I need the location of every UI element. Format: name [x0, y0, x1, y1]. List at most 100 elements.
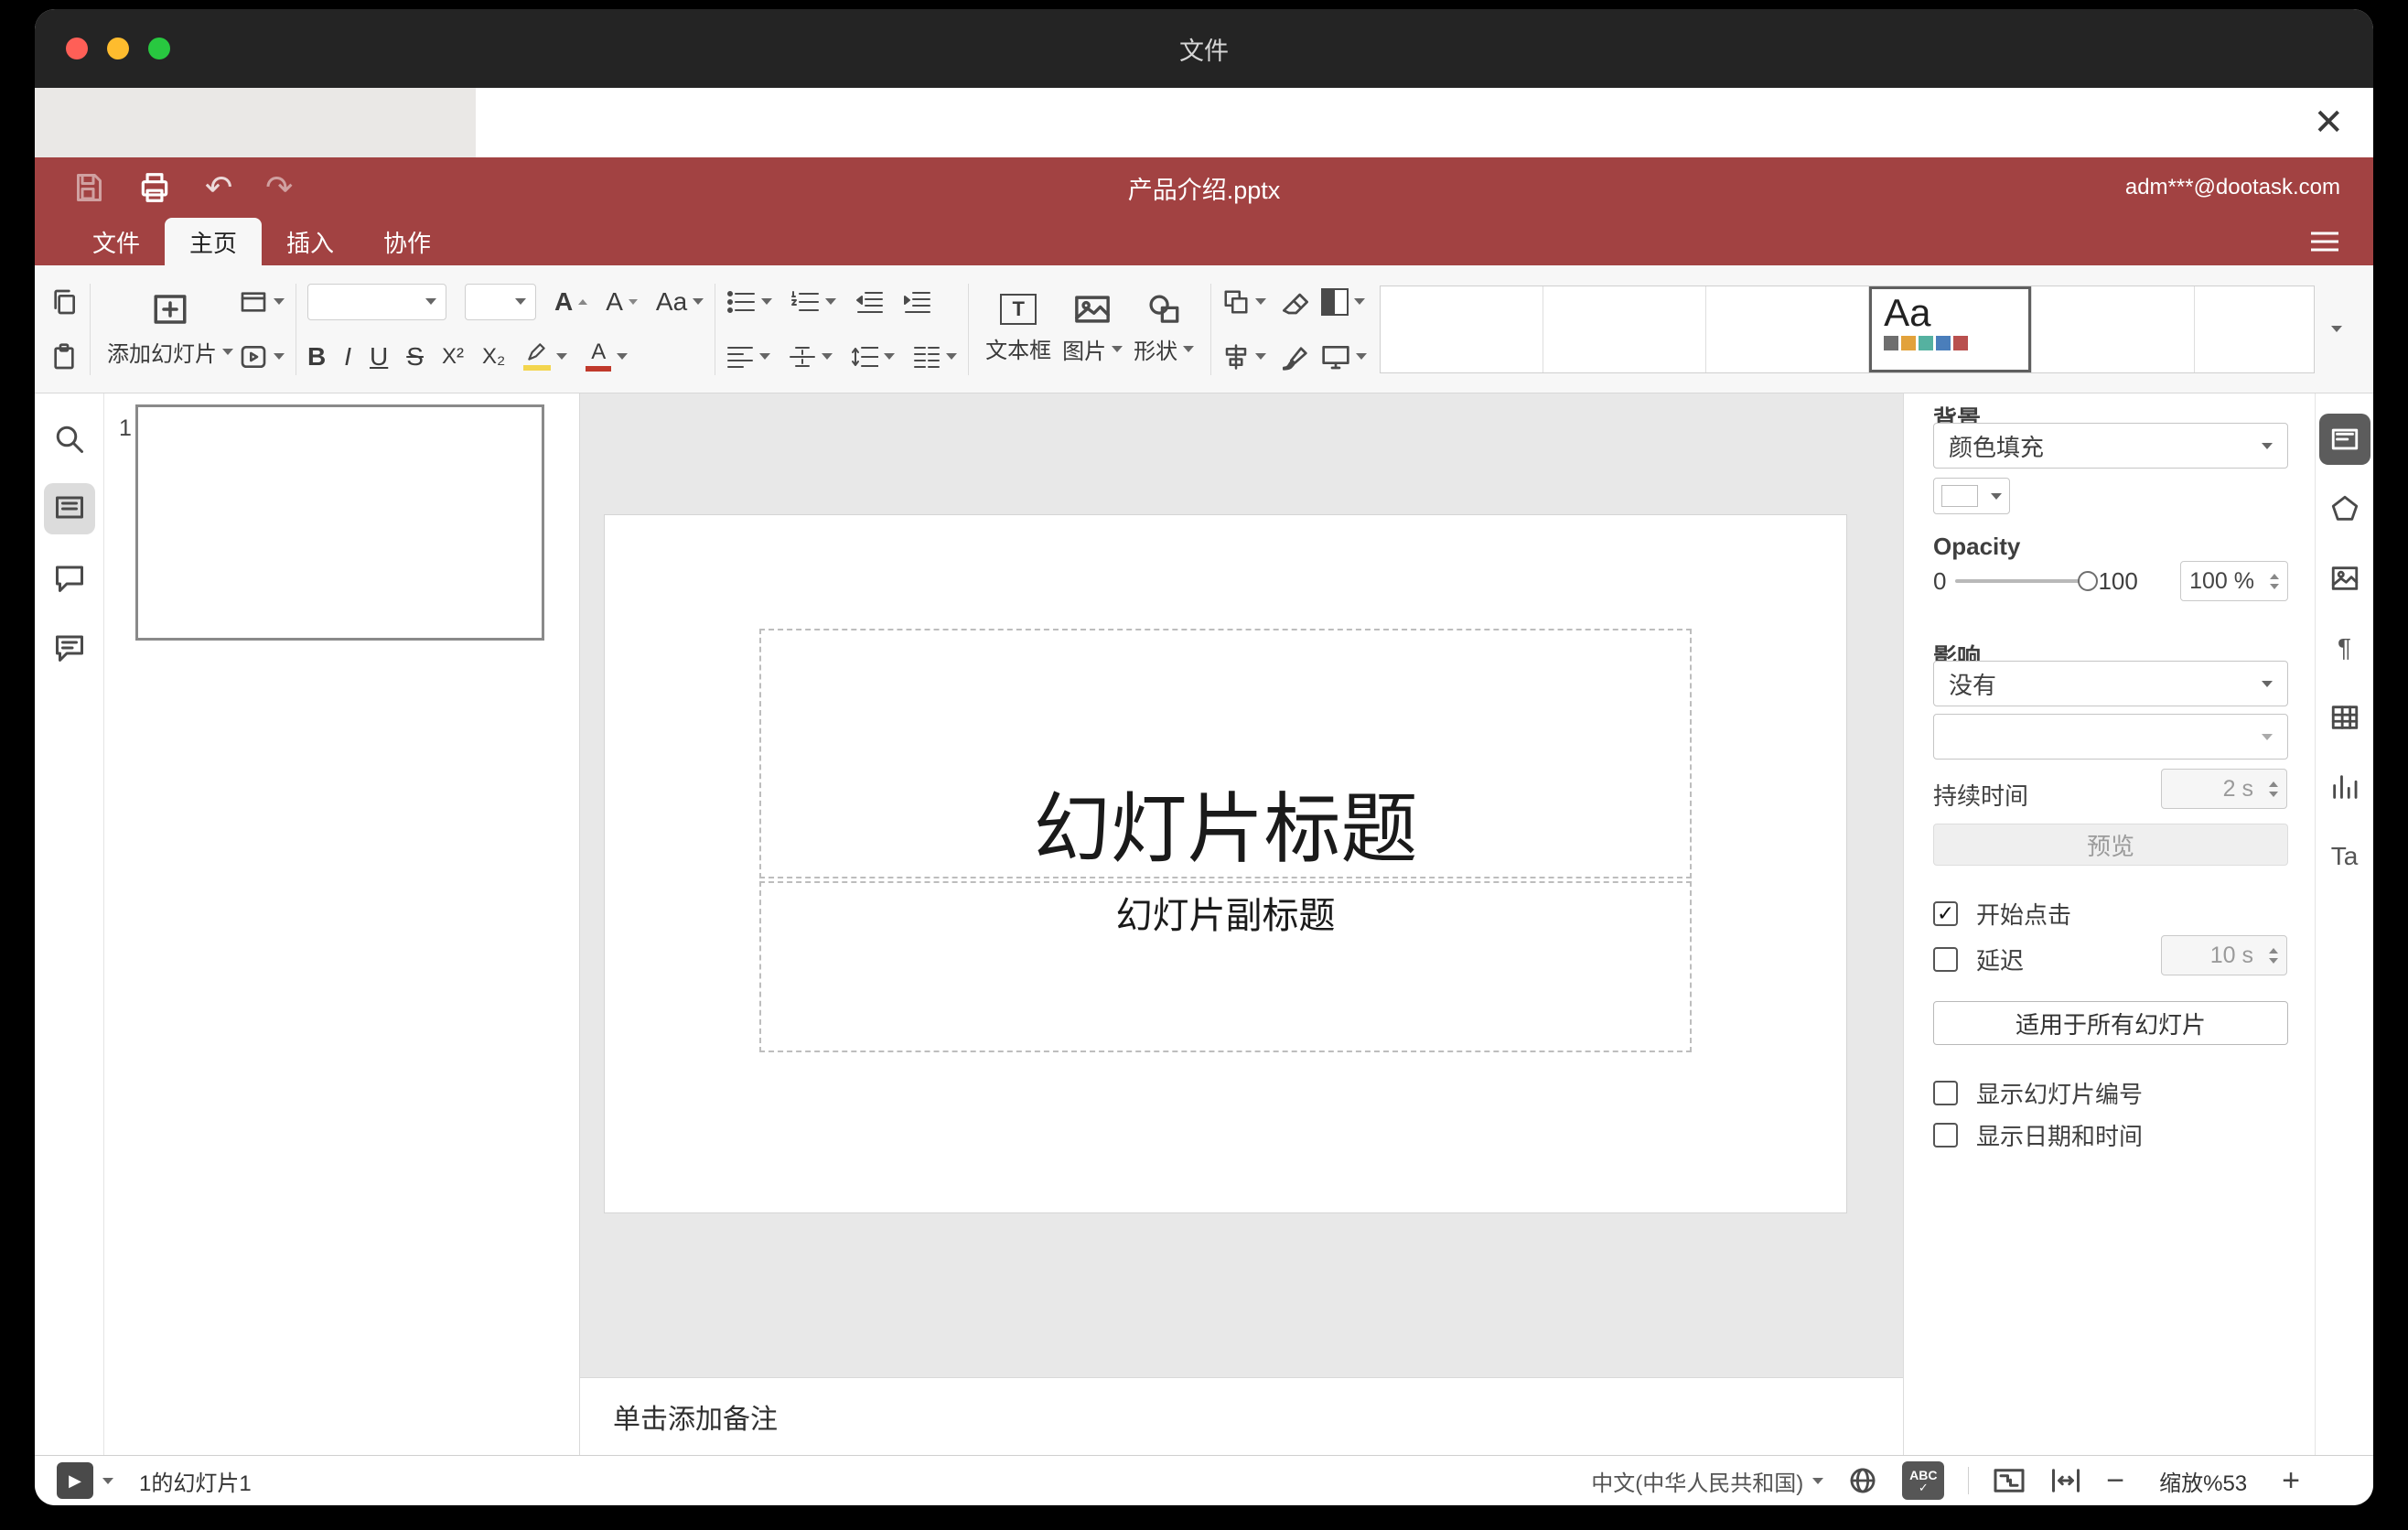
font-name-combo[interactable] [307, 283, 446, 320]
line-spacing-button[interactable] [851, 345, 896, 369]
subscript-button[interactable]: X₂ [482, 345, 505, 368]
delay-checkbox[interactable] [1933, 947, 1958, 972]
show-datetime-checkbox[interactable] [1933, 1123, 1958, 1148]
image-settings-button[interactable] [2319, 553, 2370, 604]
insert-textbox-button[interactable]: T 文本框 [980, 294, 1057, 364]
paste-icon[interactable] [49, 342, 79, 372]
search-button[interactable] [44, 414, 95, 465]
superscript-button[interactable]: X² [442, 345, 464, 368]
globe-icon[interactable] [1847, 1465, 1878, 1496]
add-slide-button[interactable]: 添加幻灯片 [102, 290, 239, 368]
close-window-button[interactable] [66, 38, 88, 59]
slide-thumbnail[interactable] [135, 404, 544, 641]
increase-font-button[interactable]: A [554, 288, 588, 315]
bullet-list-button[interactable] [726, 289, 773, 315]
tab-collaboration[interactable]: 协作 [359, 218, 456, 265]
statusbar-slideshow-button[interactable]: ▶ [57, 1462, 93, 1499]
start-slideshow-button[interactable] [239, 342, 285, 372]
increase-indent-icon[interactable] [902, 289, 931, 315]
chart-settings-button[interactable] [2319, 761, 2370, 813]
bold-button[interactable]: B [307, 343, 326, 370]
tab-file[interactable]: 文件 [68, 218, 165, 265]
clear-style-icon[interactable] [1279, 288, 1309, 316]
fit-width-icon[interactable] [2049, 1466, 2082, 1495]
start-click-checkbox[interactable] [1933, 901, 1958, 926]
copy-style-icon[interactable] [1279, 343, 1308, 371]
insert-shape-button[interactable]: 形状 [1128, 293, 1199, 365]
highlight-color-button[interactable] [523, 342, 568, 371]
arrange-shapes-button[interactable] [1222, 288, 1267, 316]
table-settings-button[interactable] [2319, 692, 2370, 743]
textart-settings-button[interactable]: Ta [2319, 831, 2370, 882]
underline-button[interactable]: U [370, 343, 388, 370]
notes-area[interactable]: 单击添加备注 [580, 1377, 1903, 1455]
play-icon [241, 345, 266, 368]
menu-icon[interactable] [2311, 232, 2338, 252]
slide-size-button[interactable] [1321, 343, 1368, 371]
effect-select[interactable]: 没有 [1933, 661, 2288, 706]
document-title: 产品介绍.pptx [1127, 176, 1281, 204]
font-size-combo[interactable] [465, 283, 536, 320]
fill-type-select[interactable]: 颜色填充 [1933, 423, 2288, 469]
statusbar: ▶ 1的幻灯片1 中文(中华人民共和国) ABC ✓ − 缩放%53 + [35, 1455, 2373, 1505]
zoom-out-button[interactable]: − [2106, 1465, 2124, 1496]
color-scheme-button[interactable] [1321, 287, 1366, 316]
comments-button[interactable] [44, 553, 95, 604]
slides-panel-button[interactable] [43, 483, 95, 534]
slideshow-options-caret[interactable] [102, 1477, 113, 1484]
fit-slide-icon[interactable] [1993, 1466, 2026, 1495]
numbered-list-button[interactable] [790, 289, 837, 315]
slide-layout-button[interactable] [239, 287, 285, 317]
effect-variant-select[interactable] [1933, 714, 2288, 760]
duration-spinner[interactable]: 2 s [2161, 769, 2287, 809]
theme-option-selected[interactable]: Aa [1869, 286, 2033, 372]
tab-home[interactable]: 主页 [165, 218, 263, 265]
zoom-window-button[interactable] [148, 38, 170, 59]
copy-icon[interactable] [49, 287, 79, 317]
delay-spinner[interactable]: 10 s [2161, 935, 2287, 975]
opacity-slider[interactable] [1955, 571, 2099, 591]
columns-button[interactable] [913, 345, 958, 369]
italic-button[interactable]: I [344, 343, 351, 370]
shape-settings-button[interactable] [2319, 483, 2370, 534]
theme-gallery-expand-button[interactable] [2315, 326, 2359, 332]
opacity-slider-knob[interactable] [2078, 571, 2099, 591]
theme-option[interactable] [1543, 286, 1707, 372]
show-slide-number-checkbox[interactable] [1933, 1081, 1958, 1105]
slide[interactable]: 幻灯片标题 幻灯片副标题 [605, 515, 1846, 1212]
opacity-min-label: 0 [1933, 566, 1947, 595]
language-select[interactable]: 中文(中华人民共和国) [1591, 1465, 1824, 1497]
vertical-align-button[interactable] [789, 345, 833, 369]
theme-option[interactable] [2032, 286, 2196, 372]
undo-icon[interactable]: ↶ [205, 171, 232, 204]
title-placeholder[interactable]: 幻灯片标题 [759, 629, 1692, 878]
align-shapes-button[interactable] [1222, 343, 1267, 371]
paragraph-settings-button[interactable]: ¶ [2319, 622, 2370, 673]
redo-icon[interactable]: ↷ [265, 171, 293, 204]
decrease-indent-icon[interactable] [855, 289, 884, 315]
close-icon[interactable]: ✕ [2313, 104, 2344, 141]
apply-all-button[interactable]: 适用于所有幻灯片 [1933, 1001, 2288, 1045]
font-color-button[interactable]: A [586, 341, 629, 372]
opacity-spinner[interactable]: 100 % [2180, 561, 2288, 601]
strikethrough-button[interactable]: S [406, 343, 424, 370]
chat-button[interactable] [44, 622, 95, 673]
zoom-in-button[interactable]: + [2282, 1465, 2300, 1496]
decrease-font-button[interactable]: A [606, 288, 638, 315]
spellcheck-button[interactable]: ABC ✓ [1902, 1461, 1945, 1500]
change-case-button[interactable]: Aa [656, 288, 704, 315]
print-icon[interactable] [137, 170, 172, 205]
minimize-window-button[interactable] [107, 38, 129, 59]
subtitle-placeholder[interactable]: 幻灯片副标题 [759, 881, 1692, 1052]
horizontal-align-button[interactable] [726, 345, 771, 369]
save-icon[interactable] [71, 171, 104, 204]
insert-image-button[interactable]: 图片 [1057, 293, 1128, 365]
theme-option[interactable] [1381, 286, 1544, 372]
slide-settings-button[interactable] [2318, 414, 2370, 465]
tab-insert[interactable]: 插入 [262, 218, 359, 265]
top-strip: ✕ [35, 88, 2373, 157]
slide-canvas[interactable]: 幻灯片标题 幻灯片副标题 [580, 393, 1903, 1377]
preview-button[interactable]: 预览 [1933, 824, 2288, 866]
fill-color-select[interactable] [1933, 478, 2010, 514]
theme-option[interactable] [1706, 286, 1870, 372]
